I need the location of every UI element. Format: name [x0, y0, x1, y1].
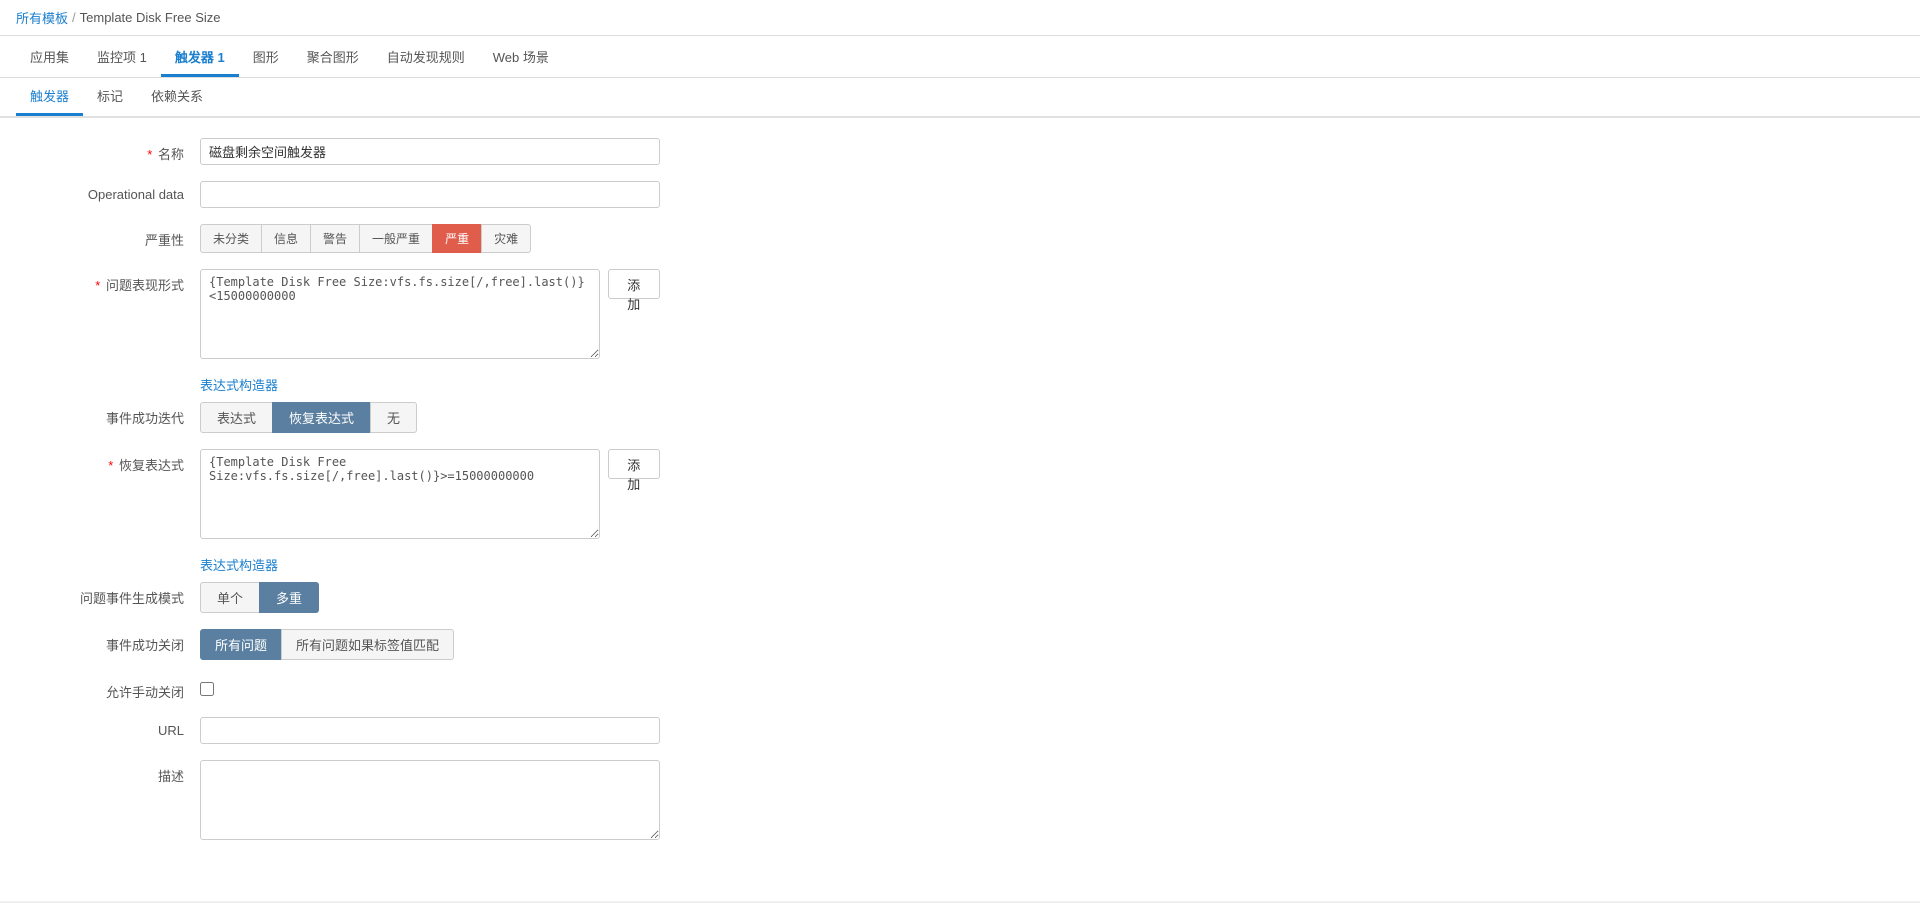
event-mode-single[interactable]: 单个	[200, 582, 260, 613]
recovery-iter-control: 表达式 恢复表达式 无	[200, 402, 660, 433]
recovery-expr-builder-link[interactable]: 表达式构造器	[200, 555, 278, 574]
tab-web-scenarios[interactable]: Web 场景	[479, 39, 563, 77]
recovery-iter-label: 事件成功迭代	[40, 402, 200, 427]
event-close-row: 事件成功关闭 所有问题 所有问题如果标签值匹配	[40, 629, 1880, 660]
severity-average[interactable]: 一般严重	[359, 224, 433, 253]
expr-builder-link-row: 表达式构造器	[40, 375, 1880, 402]
breadcrumb-current: Template Disk Free Size	[80, 10, 221, 25]
problem-event-mode-label: 问题事件生成模式	[40, 582, 200, 607]
nav-tabs-bar: 应用集 监控项 1 触发器 1 图形 聚合图形 自动发现规则 Web 场景	[0, 36, 1920, 78]
severity-label: 严重性	[40, 224, 200, 249]
severity-unclassified[interactable]: 未分类	[200, 224, 262, 253]
problem-event-mode-row: 问题事件生成模式 单个 多重	[40, 582, 1880, 613]
sub-tab-tags[interactable]: 标记	[83, 78, 137, 116]
url-row: URL	[40, 717, 1880, 744]
recovery-iter-group: 表达式 恢复表达式 无	[200, 402, 660, 433]
recovery-expr-label: * 恢复表达式	[40, 449, 200, 474]
problem-expr-required-star: *	[95, 278, 100, 293]
name-row: * 名称	[40, 138, 1880, 165]
operational-data-row: Operational data	[40, 181, 1880, 208]
problem-expr-row: * 问题表现形式 {Template Disk Free Size:vfs.fs…	[40, 269, 1880, 359]
problem-event-mode-control: 单个 多重	[200, 582, 660, 613]
tab-monitors[interactable]: 监控项 1	[83, 39, 161, 77]
recovery-expr-textarea[interactable]: {Template Disk Free Size:vfs.fs.size[/,f…	[200, 449, 600, 539]
recovery-iter-expr[interactable]: 表达式	[200, 402, 273, 433]
problem-event-mode-group: 单个 多重	[200, 582, 660, 613]
sub-tab-dependencies[interactable]: 依赖关系	[137, 78, 217, 116]
breadcrumb: 所有模板 / Template Disk Free Size	[16, 8, 221, 27]
desc-control	[200, 760, 660, 843]
name-control	[200, 138, 660, 165]
url-label: URL	[40, 717, 200, 738]
sub-tab-triggers[interactable]: 触发器	[16, 78, 83, 116]
tab-aggregate-graphs[interactable]: 聚合图形	[293, 39, 373, 77]
desc-textarea[interactable]	[200, 760, 660, 840]
tab-discovery-rules[interactable]: 自动发现规则	[373, 39, 479, 77]
name-required-star: *	[147, 147, 152, 162]
recovery-iter-recovery-expr[interactable]: 恢复表达式	[272, 402, 371, 433]
url-input[interactable]	[200, 717, 660, 744]
recovery-expr-required-star: *	[108, 458, 113, 473]
event-close-control: 所有问题 所有问题如果标签值匹配	[200, 629, 660, 660]
operational-data-control	[200, 181, 660, 208]
expr-builder-link[interactable]: 表达式构造器	[200, 375, 278, 394]
breadcrumb-root[interactable]: 所有模板	[16, 8, 68, 27]
problem-expr-textarea[interactable]: {Template Disk Free Size:vfs.fs.size[/,f…	[200, 269, 600, 359]
tab-triggers[interactable]: 触发器 1	[161, 39, 239, 77]
operational-data-input[interactable]	[200, 181, 660, 208]
problem-expr-control: {Template Disk Free Size:vfs.fs.size[/,f…	[200, 269, 660, 359]
event-close-label: 事件成功关闭	[40, 629, 200, 654]
recovery-iter-none[interactable]: 无	[370, 402, 417, 433]
recovery-expr-add-button[interactable]: 添加	[608, 449, 660, 479]
recovery-expr-input-row: {Template Disk Free Size:vfs.fs.size[/,f…	[200, 449, 660, 539]
problem-expr-label: * 问题表现形式	[40, 269, 200, 294]
tab-graphs[interactable]: 图形	[239, 39, 293, 77]
allow-manual-close-label: 允许手动关闭	[40, 676, 200, 701]
severity-info[interactable]: 信息	[261, 224, 311, 253]
recovery-expr-control: {Template Disk Free Size:vfs.fs.size[/,f…	[200, 449, 660, 539]
recovery-iter-row: 事件成功迭代 表达式 恢复表达式 无	[40, 402, 1880, 433]
problem-expr-input-row: {Template Disk Free Size:vfs.fs.size[/,f…	[200, 269, 660, 359]
event-close-all[interactable]: 所有问题	[200, 629, 282, 660]
desc-label: 描述	[40, 760, 200, 785]
main-content: * 名称 Operational data 严重性 未分类 信息 警告 一般严重…	[0, 118, 1920, 901]
name-label: * 名称	[40, 138, 200, 163]
severity-group: 未分类 信息 警告 一般严重 严重 灾难	[200, 224, 660, 253]
problem-expr-add-button[interactable]: 添加	[608, 269, 660, 299]
sub-nav-bar: 触发器 标记 依赖关系	[0, 78, 1920, 118]
name-input[interactable]	[200, 138, 660, 165]
allow-manual-close-checkbox[interactable]	[200, 682, 214, 696]
severity-high[interactable]: 严重	[432, 224, 482, 253]
recovery-expr-builder-link-row: 表达式构造器	[40, 555, 1880, 582]
url-control	[200, 717, 660, 744]
event-mode-multiple[interactable]: 多重	[259, 582, 319, 613]
breadcrumb-bar: 所有模板 / Template Disk Free Size	[0, 0, 1920, 36]
event-close-group: 所有问题 所有问题如果标签值匹配	[200, 629, 660, 660]
operational-data-label: Operational data	[40, 181, 200, 202]
allow-manual-close-row: 允许手动关闭	[40, 676, 1880, 701]
tab-applications[interactable]: 应用集	[16, 39, 83, 77]
breadcrumb-sep: /	[72, 10, 76, 25]
severity-control: 未分类 信息 警告 一般严重 严重 灾难	[200, 224, 660, 253]
event-close-tag-match[interactable]: 所有问题如果标签值匹配	[281, 629, 454, 660]
desc-row: 描述	[40, 760, 1880, 843]
recovery-expr-row: * 恢复表达式 {Template Disk Free Size:vfs.fs.…	[40, 449, 1880, 539]
severity-warning[interactable]: 警告	[310, 224, 360, 253]
allow-manual-close-control	[200, 676, 660, 699]
severity-disaster[interactable]: 灾难	[481, 224, 531, 253]
severity-row: 严重性 未分类 信息 警告 一般严重 严重 灾难	[40, 224, 1880, 253]
